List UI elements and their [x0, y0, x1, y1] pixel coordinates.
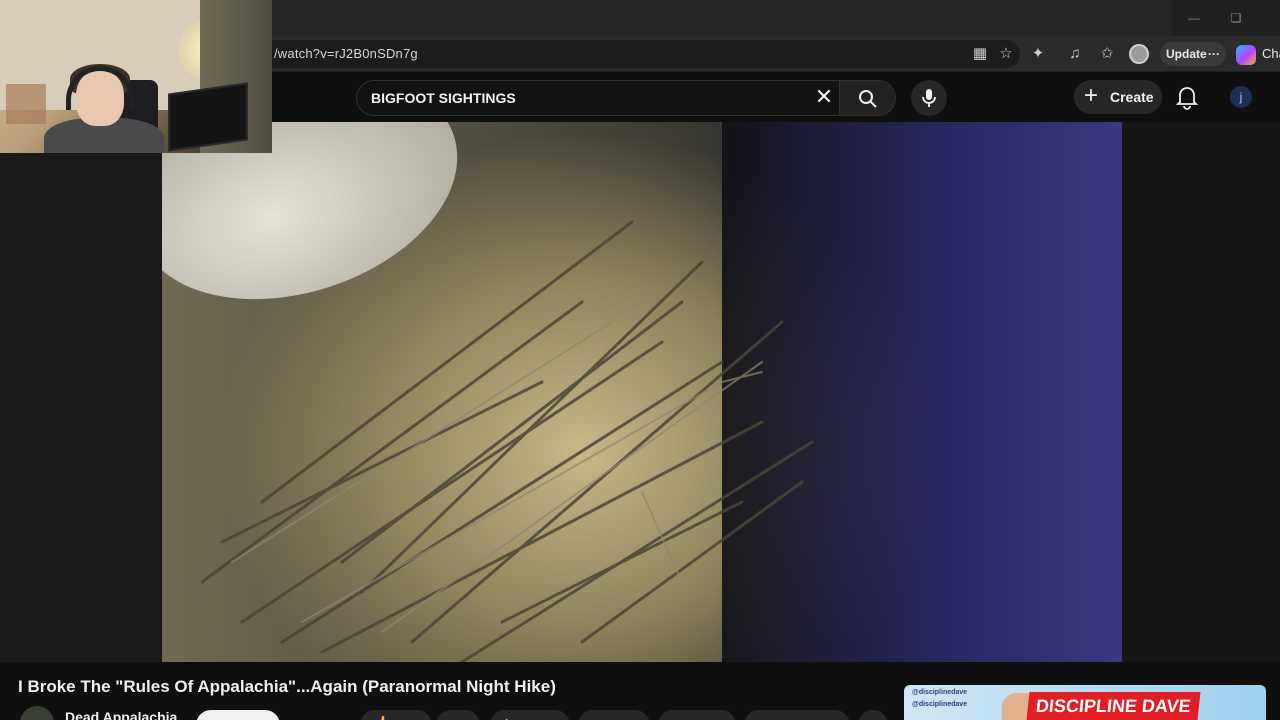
microphone-icon [922, 89, 936, 107]
url-field[interactable]: /watch?v=rJ2B0nSDn7g [262, 40, 1020, 68]
video-sticks [200, 220, 814, 662]
share-button[interactable]: ➤ [490, 710, 570, 720]
restore-icon[interactable]: ❏ [1228, 10, 1244, 26]
minimize-icon[interactable]: — [1186, 10, 1202, 26]
sponsor-banner[interactable]: @disciplinedave @disciplinedave DISCIPLI… [904, 685, 1266, 720]
screen: — ❏ /watch?v=rJ2B0nSDn7g ▦ ☆ ✦ ♫ ✩ Updat… [0, 0, 1280, 720]
browser-tab-strip[interactable] [272, 0, 1172, 36]
tiktok-handle: @disciplinedave [912, 701, 968, 708]
video-title: I Broke The "Rules Of Appalachia"...Agai… [18, 677, 556, 696]
download-button[interactable] [578, 710, 650, 720]
more-icon: ··· [1208, 47, 1220, 61]
media-icon[interactable]: ♫ [1065, 44, 1085, 64]
player-letterbox-left [0, 122, 162, 662]
copilot-label: Cha [1262, 46, 1280, 61]
create-button[interactable]: + Create [1074, 80, 1162, 114]
sponsor-name: DISCIPLINE DAVE [1026, 692, 1201, 720]
url-text: /watch?v=rJ2B0nSDn7g [274, 46, 418, 61]
app-available-icon[interactable]: ▦ [970, 44, 990, 64]
favorite-star-icon[interactable]: ☆ [996, 44, 1016, 64]
notifications-bell-icon[interactable] [1174, 84, 1200, 110]
save-button[interactable] [744, 710, 850, 720]
create-label: Create [1110, 89, 1154, 105]
profile-avatar[interactable] [1129, 44, 1149, 64]
search-button[interactable] [840, 80, 896, 116]
search-query: BIGFOOT SIGHTINGS [371, 90, 516, 106]
thumbs-up-icon: 👍 [374, 715, 390, 720]
account-avatar[interactable]: j [1230, 86, 1252, 108]
copilot-icon[interactable] [1236, 45, 1256, 65]
plus-icon: + [1084, 82, 1099, 109]
webcam-overlay [0, 0, 272, 153]
extensions-icon[interactable]: ✦ [1028, 44, 1048, 64]
update-button[interactable]: Update ··· [1160, 42, 1226, 66]
update-label: Update [1166, 47, 1207, 61]
instagram-handle: @disciplinedave [912, 689, 968, 696]
voice-search-button[interactable] [911, 80, 947, 116]
clear-search-icon[interactable]: ✕ [812, 86, 836, 110]
subscribe-button[interactable] [196, 710, 280, 720]
search-icon [859, 90, 877, 108]
like-button[interactable]: 👍 [360, 710, 432, 720]
video-frame[interactable] [162, 122, 1122, 662]
search-input[interactable]: BIGFOOT SIGHTINGS [356, 80, 840, 116]
favorites-icon[interactable]: ✩ [1097, 44, 1117, 64]
player-letterbox-right [1122, 122, 1280, 662]
clip-button[interactable] [658, 710, 736, 720]
channel-name[interactable]: Dead Appalachia [65, 709, 177, 720]
share-icon: ➤ [504, 715, 515, 720]
